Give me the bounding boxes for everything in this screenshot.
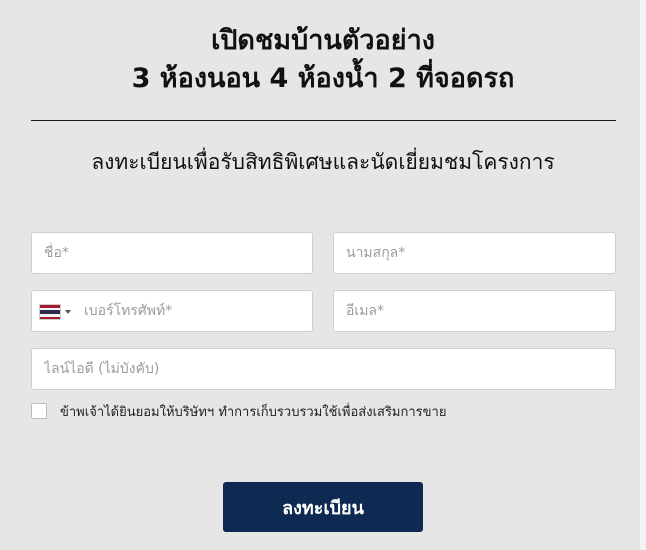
- email-input[interactable]: [334, 291, 615, 331]
- page-title-line-2: 3 ห้องนอน 4 ห้องน้ำ 2 ที่จอดรถ: [131, 63, 515, 94]
- first-name-input[interactable]: [32, 233, 312, 273]
- phone-field-wrapper: [31, 290, 313, 332]
- title-divider: [31, 120, 616, 121]
- page-subtitle: ลงทะเบียนเพื่อรับสิทธิพิเศษและนัดเยี่ยมช…: [91, 150, 555, 174]
- last-name-input[interactable]: [334, 233, 615, 273]
- last-name-field-wrapper: [333, 232, 616, 274]
- country-code-selector[interactable]: [40, 303, 76, 321]
- page-title-line-1: เปิดชมบ้านตัวอย่าง: [211, 25, 435, 56]
- chevron-down-icon: [65, 310, 71, 314]
- consent-label: ข้าพเจ้าได้ยินยอมให้บริษัทฯ ทำการเก็บรวบ…: [60, 404, 447, 420]
- thailand-flag-icon: [40, 305, 60, 319]
- email-field-wrapper: [333, 290, 616, 332]
- consent-row: ข้าพเจ้าได้ยินยอมให้บริษัทฯ ทำการเก็บรวบ…: [31, 401, 446, 421]
- line-id-field-wrapper: [31, 348, 616, 390]
- first-name-field-wrapper: [31, 232, 313, 274]
- register-button[interactable]: ลงทะเบียน: [223, 482, 423, 532]
- consent-checkbox[interactable]: [31, 403, 47, 419]
- line-id-input[interactable]: [32, 349, 615, 389]
